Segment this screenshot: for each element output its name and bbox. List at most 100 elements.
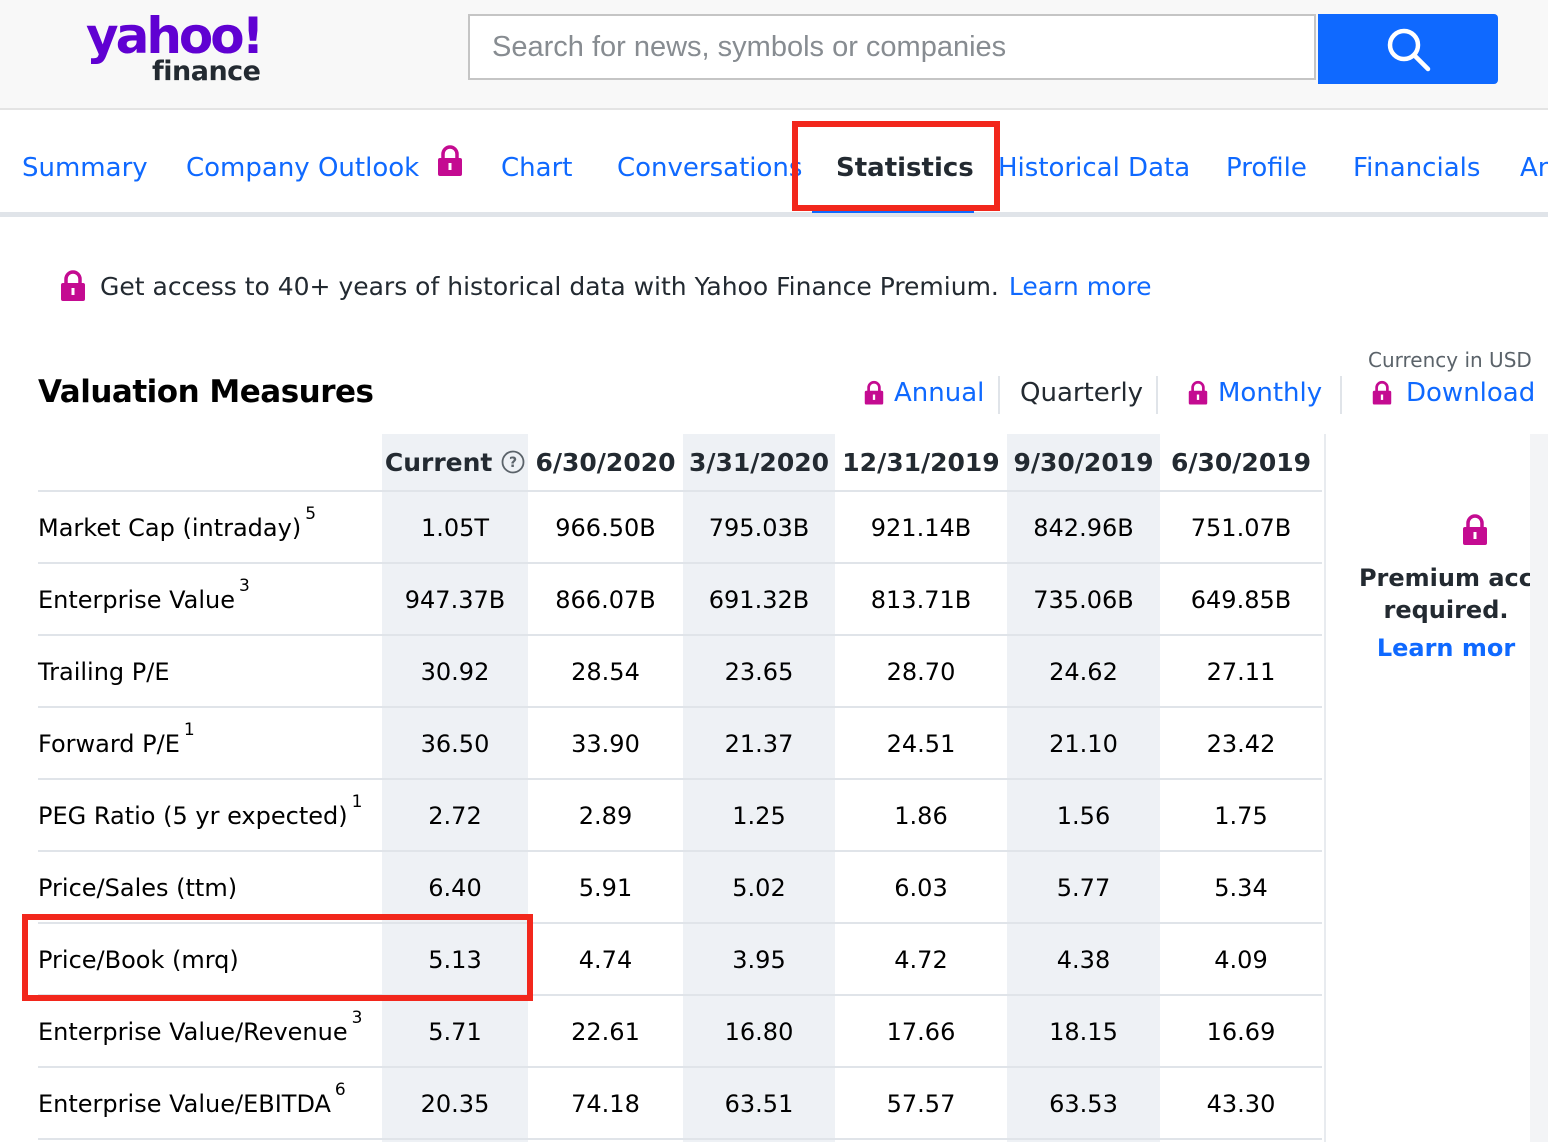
table-cell: 57.57 (886, 1090, 956, 1118)
period-monthly[interactable]: Monthly (1188, 378, 1322, 408)
table-cell: 33.90 (571, 730, 640, 758)
table-cell: 43.30 (1206, 1090, 1276, 1118)
table-cell: 23.65 (724, 658, 794, 686)
statistics-tab-highlight (792, 121, 1000, 211)
search-box (468, 14, 1316, 80)
table-cell: 2.89 (578, 802, 633, 830)
period-annual-label: Annual (894, 378, 985, 408)
lock-icon (1463, 514, 1487, 545)
premium-learn-more-link[interactable]: Learn more (1009, 272, 1152, 301)
table-row: Market Cap (intraday) 5 1.05T 966.50B 795… (38, 492, 1322, 564)
table-cell: 2.72 (428, 802, 482, 830)
period-separator (1340, 376, 1342, 414)
table-row: Trailing P/E 30.92 28.54 23.65 28.70 24.… (38, 636, 1322, 708)
tab-conversations[interactable]: Conversations (617, 150, 802, 186)
table-cell: 5.02 (732, 874, 786, 902)
tab-chart[interactable]: Chart (501, 150, 572, 186)
table-cell: 63.51 (724, 1090, 794, 1118)
lock-icon (1372, 380, 1392, 405)
tab-financials[interactable]: Financials (1353, 150, 1480, 186)
search-input[interactable] (490, 16, 1314, 78)
premium-panel-learn-more-link[interactable]: Learn mor (1326, 634, 1532, 662)
table-cell: 3.95 (732, 946, 786, 974)
row-label: Enterprise Value 3 (38, 564, 250, 634)
table-cell: 5.77 (1056, 874, 1111, 902)
period-annual[interactable]: Annual (864, 378, 984, 408)
row-label: Price/Sales (ttm) (38, 852, 237, 922)
table-header-row: Current ? 6/30/2020 3/31/2020 12/31/2019… (38, 434, 1322, 492)
search-button[interactable] (1318, 14, 1498, 84)
premium-required-panel: Premium acc required. Learn mor (1324, 434, 1532, 1142)
row-label-text: Enterprise Value (38, 586, 235, 614)
premium-required-line2: required. (1383, 596, 1509, 624)
period-separator (1156, 376, 1158, 414)
table-row: Enterprise Value/EBITDA 6 20.35 74.18 63.… (38, 1068, 1322, 1140)
row-label-text: Price/Sales (ttm) (38, 874, 238, 902)
row-label: PEG Ratio (5 yr expected) 1 (38, 780, 362, 850)
tab-summary[interactable]: Summary (22, 150, 148, 186)
column-header-current: Current ? (382, 434, 528, 490)
column-header: 12/31/2019 (842, 448, 1000, 477)
table-row: PEG Ratio (5 yr expected) 1 2.72 2.89 1.2… (38, 780, 1322, 852)
row-label: Enterprise Value/EBITDA 6 (38, 1068, 346, 1138)
table-cell: 4.74 (578, 946, 633, 974)
table-row: Enterprise Value 3 947.37B 866.07B 691.32… (38, 564, 1322, 636)
table-cell: 24.51 (886, 730, 956, 758)
period-quarterly[interactable]: Quarterly (1020, 378, 1143, 408)
table-cell: 795.03B (708, 514, 810, 542)
table-cell: 866.07B (555, 586, 656, 614)
tab-historical-data[interactable]: Historical Data (998, 150, 1190, 186)
column-header-current-label: Current (384, 448, 493, 477)
table-cell: 16.80 (724, 1018, 794, 1046)
table-cell: 5.71 (428, 1018, 482, 1046)
table-cell: 20.35 (420, 1090, 490, 1118)
table-row: Forward P/E 1 36.50 33.90 21.37 24.51 21.… (38, 708, 1322, 780)
table-cell: 6.40 (428, 874, 482, 902)
table-row: Enterprise Value/Revenue 3 5.71 22.61 16.… (38, 996, 1322, 1068)
scrollbar-track[interactable] (1530, 434, 1548, 1142)
period-quarterly-label: Quarterly (1020, 378, 1144, 408)
table-cell: 5.91 (578, 874, 633, 902)
table-cell: 4.72 (894, 946, 948, 974)
period-selector: Annual Quarterly Monthly Download (0, 374, 1548, 418)
table-cell: 751.07B (1190, 514, 1292, 542)
footnote-marker: 1 (183, 720, 195, 740)
footnote-marker: 3 (351, 1008, 363, 1028)
footnote-marker: 5 (305, 504, 317, 524)
column-header: 3/31/2020 (688, 448, 830, 477)
period-separator (998, 376, 1000, 414)
tab-profile[interactable]: Profile (1226, 150, 1307, 186)
column-header: 9/30/2019 (1013, 448, 1154, 477)
row-label-text: Enterprise Value/Revenue (38, 1018, 348, 1046)
table-cell: 6.03 (894, 874, 948, 902)
row-label: Market Cap (intraday) 5 (38, 492, 316, 562)
premium-banner-text: Get access to 40+ years of historical da… (100, 271, 999, 301)
row-label-text: Market Cap (intraday) (38, 514, 302, 542)
footnote-marker: 1 (351, 792, 363, 812)
tab-company-outlook[interactable]: Company Outlook (186, 144, 463, 186)
tab-analysis[interactable]: An (1520, 150, 1548, 186)
table-cell: 23.42 (1206, 730, 1276, 758)
currency-label: Currency in USD (1368, 348, 1532, 372)
table-cell: 649.85B (1190, 586, 1292, 614)
table-cell: 947.37B (404, 586, 506, 614)
row-label: Trailing P/E (38, 636, 170, 706)
row-label-text: Forward P/E (38, 730, 180, 758)
help-icon[interactable]: ? (501, 450, 525, 474)
download-link[interactable]: Download (1372, 378, 1535, 408)
table-cell: 28.70 (886, 658, 956, 686)
table-cell: 36.50 (420, 730, 490, 758)
yahoo-finance-logo[interactable]: yahoo! finance (86, 6, 276, 92)
table-cell: 21.10 (1049, 730, 1118, 758)
lock-icon (1188, 380, 1208, 405)
svg-text:?: ? (509, 455, 517, 471)
lock-icon (864, 380, 884, 405)
row-label: Forward P/E 1 (38, 708, 195, 778)
table-cell: 28.54 (571, 658, 640, 686)
lock-icon (438, 144, 463, 176)
lock-icon (61, 270, 85, 301)
table-cell: 813.71B (870, 586, 972, 614)
column-header: 6/30/2020 (535, 448, 676, 477)
table-cell: 1.86 (894, 802, 948, 830)
table-cell: 18.15 (1049, 1018, 1118, 1046)
